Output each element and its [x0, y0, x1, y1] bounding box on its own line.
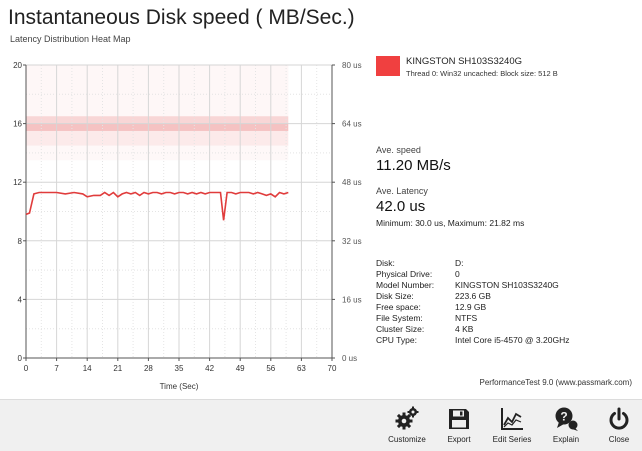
y2-tick-label: 80 us [342, 61, 362, 70]
y-tick-label: 0 [18, 354, 23, 363]
product-version-note: PerformanceTest 9.0 (www.passmark.com) [479, 378, 633, 387]
info-value: D: [455, 258, 464, 268]
x-tick-label: 21 [113, 364, 122, 373]
y2-tick-label: 16 us [342, 295, 362, 304]
x-tick-label: 70 [328, 364, 337, 373]
info-value: 223.6 GB [455, 291, 491, 301]
x-tick-label: 63 [297, 364, 306, 373]
heatmap-band [26, 65, 289, 117]
heatmap-band [26, 123, 289, 131]
info-key: Disk: [376, 258, 395, 268]
average-latency-label: Ave. Latency [376, 186, 428, 196]
export-label: Export [447, 435, 471, 444]
explain-button[interactable]: ? Explain [544, 406, 588, 444]
average-speed-label: Ave. speed [376, 145, 421, 155]
legend-series-description: Thread 0: Win32 uncached: Block size: 51… [406, 69, 558, 78]
floppy-disk-icon [449, 409, 469, 429]
line-graph-icon [501, 408, 523, 430]
export-button[interactable]: Export [437, 406, 481, 444]
info-key: Disk Size: [376, 291, 414, 301]
x-tick-label: 56 [266, 364, 275, 373]
x-tick-label: 49 [236, 364, 245, 373]
chart-subtitle: Latency Distribution Heat Map [10, 34, 131, 44]
series-line [25, 191, 289, 221]
info-value: KINGSTON SH103S3240G [455, 280, 559, 290]
bottom-toolbar: Customize Export Edit Series ? Explain C… [0, 399, 642, 451]
info-value: 4 KB [455, 324, 474, 334]
info-value: NTFS [455, 313, 478, 323]
y2-tick-label: 32 us [342, 237, 362, 246]
y-tick-label: 4 [18, 295, 23, 304]
legend-color-swatch[interactable] [376, 56, 400, 76]
info-key: Cluster Size: [376, 324, 425, 334]
info-key: Model Number: [376, 280, 435, 290]
heatmap-band [26, 130, 289, 146]
svg-text:?: ? [560, 410, 567, 424]
speed-chart: 0 4 8 12 16 20 0 us 16 us 32 us 48 us 64 us 80 us 0 7… [13, 61, 362, 391]
info-value: 0 [455, 269, 460, 279]
question-bubble-icon: ? [555, 407, 578, 431]
x-tick-label: 0 [24, 364, 29, 373]
info-key: Free space: [376, 302, 421, 312]
y-tick-label: 8 [18, 237, 23, 246]
x-axis-label: Time (Sec) [160, 382, 199, 391]
y-tick-label: 16 [13, 120, 22, 129]
x-tick-label: 14 [83, 364, 92, 373]
gears-icon [395, 406, 419, 430]
info-key: CPU Type: [376, 335, 417, 345]
y2-tick-label: 48 us [342, 178, 362, 187]
info-key: File System: [376, 313, 423, 323]
x-tick-label: 7 [54, 364, 59, 373]
close-label: Close [608, 435, 630, 444]
average-speed-value: 11.20 MB/s [376, 157, 451, 174]
x-tick-label: 35 [175, 364, 184, 373]
info-value: Intel Core i5-4570 @ 3.20GHz [455, 335, 570, 345]
close-button[interactable]: Close [597, 406, 641, 444]
customize-button[interactable]: Customize [385, 406, 429, 444]
x-tick-label: 28 [144, 364, 153, 373]
y2-tick-label: 0 us [342, 354, 357, 363]
latency-range: Minimum: 30.0 us, Maximum: 21.82 ms [376, 218, 525, 228]
customize-label: Customize [388, 435, 426, 444]
info-key: Physical Drive: [376, 269, 433, 279]
x-tick-label: 42 [205, 364, 214, 373]
y-tick-label: 12 [13, 178, 22, 187]
explain-label: Explain [552, 435, 580, 444]
info-value: 12.9 GB [455, 302, 487, 312]
edit-series-button[interactable]: Edit Series [490, 406, 534, 444]
edit-series-label: Edit Series [492, 435, 532, 444]
page-title: Instantaneous Disk speed ( MB/Sec.) [8, 6, 355, 29]
average-latency-value: 42.0 us [376, 198, 426, 215]
y-tick-label: 20 [13, 61, 22, 70]
y2-tick-label: 64 us [342, 120, 362, 129]
power-icon [609, 407, 629, 430]
heatmap-band [26, 116, 289, 124]
legend-series-name: KINGSTON SH103S3240G [406, 56, 522, 67]
